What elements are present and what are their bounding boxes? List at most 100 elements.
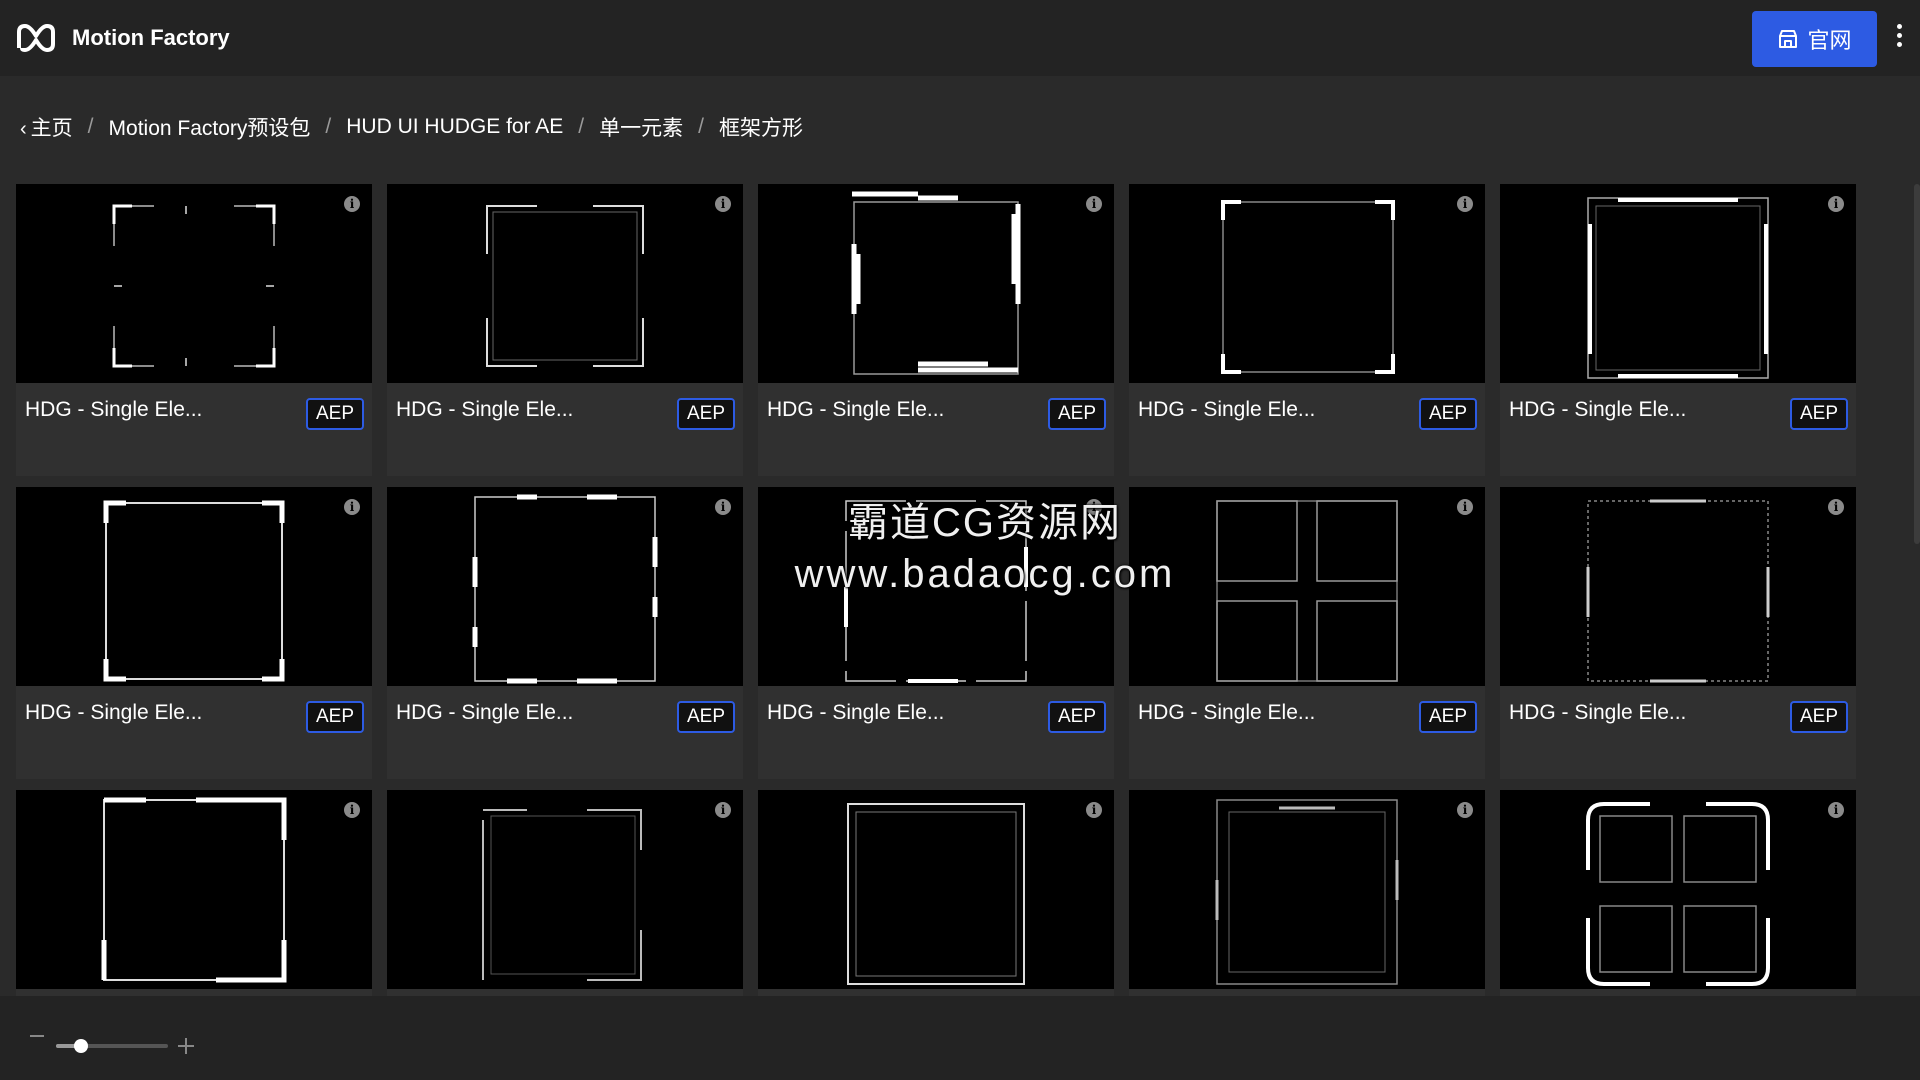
asset-card[interactable]: i HDG - Single Ele... AEP: [1500, 487, 1856, 779]
info-icon[interactable]: i: [715, 196, 731, 212]
info-icon[interactable]: i: [1086, 802, 1102, 818]
info-icon[interactable]: i: [344, 499, 360, 515]
zoom-out-icon[interactable]: [30, 1035, 44, 1037]
hud-frame-preview: [1221, 200, 1395, 374]
asset-thumbnail[interactable]: i: [758, 487, 1114, 686]
asset-card[interactable]: i: [758, 790, 1114, 996]
asset-card[interactable]: i: [1500, 790, 1856, 996]
asset-card[interactable]: i HDG - Single Ele... AEP: [758, 184, 1114, 476]
asset-thumbnail[interactable]: i: [758, 184, 1114, 383]
more-menu-icon[interactable]: [1892, 24, 1906, 54]
bottom-bar: [0, 996, 1920, 1080]
info-icon[interactable]: i: [1086, 196, 1102, 212]
asset-thumbnail[interactable]: i: [387, 184, 743, 383]
asset-thumbnail[interactable]: i: [387, 487, 743, 686]
breadcrumb-separator: /: [87, 115, 94, 138]
hud-frame-preview: [1215, 799, 1399, 985]
hud-frame-preview: [1586, 802, 1770, 986]
file-type-badge: AEP: [1789, 701, 1848, 733]
hud-frame-preview: [1586, 499, 1770, 683]
asset-thumbnail[interactable]: i: [1129, 790, 1485, 989]
asset-title: HDG - Single Ele...: [1509, 701, 1687, 724]
hud-frame-preview: [486, 205, 644, 367]
file-type-badge: AEP: [676, 701, 735, 733]
asset-card[interactable]: i: [387, 790, 743, 996]
info-icon[interactable]: i: [1457, 802, 1473, 818]
asset-grid: i HDG - Single Ele... AEP i HDG - Single Ele…: [16, 184, 1857, 996]
hud-frame-preview: [482, 809, 642, 981]
asset-card[interactable]: i HDG - Single Ele... AEP: [1129, 184, 1485, 476]
info-icon[interactable]: i: [715, 499, 731, 515]
app-title: Motion Factory: [72, 25, 230, 50]
asset-thumbnail[interactable]: i: [16, 487, 372, 686]
asset-title: HDG - Single Ele...: [1509, 398, 1687, 421]
asset-thumbnail[interactable]: i: [758, 790, 1114, 989]
hud-frame-preview: [851, 191, 1021, 375]
asset-thumbnail[interactable]: i: [16, 184, 372, 383]
info-icon[interactable]: i: [1086, 499, 1102, 515]
breadcrumb-single-element[interactable]: 单一元素: [599, 112, 683, 142]
official-site-button[interactable]: 官网: [1752, 11, 1877, 67]
info-icon[interactable]: i: [1828, 802, 1844, 818]
file-type-badge: AEP: [676, 398, 735, 430]
asset-card[interactable]: i HDG - Single Ele... AEP: [387, 184, 743, 476]
breadcrumb-hud-pack[interactable]: HUD UI HUDGE for AE: [346, 115, 563, 139]
store-icon: [1779, 30, 1798, 48]
info-icon[interactable]: i: [1457, 499, 1473, 515]
asset-card[interactable]: i HDG - Single Ele... AEP: [1500, 184, 1856, 476]
file-type-badge: AEP: [1418, 701, 1477, 733]
asset-thumbnail[interactable]: i: [1129, 487, 1485, 686]
mf-logo-icon[interactable]: [16, 22, 56, 54]
top-bar: Motion Factory 官网: [0, 0, 1920, 76]
zoom-in-icon[interactable]: [178, 1038, 194, 1054]
asset-card[interactable]: i: [16, 790, 372, 996]
asset-title: HDG - Single Ele...: [396, 701, 574, 724]
asset-card[interactable]: i HDG - Single Ele... AEP: [16, 184, 372, 476]
hud-frame-preview: [103, 500, 285, 682]
breadcrumb-current[interactable]: 框架方形: [719, 112, 803, 142]
asset-title: HDG - Single Ele...: [1138, 701, 1316, 724]
breadcrumb-separator: /: [578, 115, 585, 138]
zoom-slider[interactable]: [56, 1039, 168, 1053]
hud-frame-preview: [112, 204, 276, 368]
asset-card[interactable]: i: [1129, 790, 1485, 996]
info-icon[interactable]: i: [715, 802, 731, 818]
file-type-badge: AEP: [1418, 398, 1477, 430]
grid-scrollbar[interactable]: [1914, 184, 1920, 544]
asset-card[interactable]: i HDG - Single Ele... AEP: [387, 487, 743, 779]
asset-thumbnail[interactable]: i: [1500, 487, 1856, 686]
asset-card[interactable]: i HDG - Single Ele... AEP: [1129, 487, 1485, 779]
file-type-badge: AEP: [305, 701, 364, 733]
asset-thumbnail[interactable]: i: [387, 790, 743, 989]
hud-frame-preview: [844, 500, 1028, 683]
zoom-handle[interactable]: [73, 1039, 88, 1053]
asset-title: HDG - Single Ele...: [25, 398, 203, 421]
breadcrumb-preset-pack[interactable]: Motion Factory预设包: [109, 112, 311, 142]
breadcrumb-separator: /: [325, 115, 332, 138]
hud-frame-preview: [1587, 197, 1769, 379]
hud-frame-preview: [472, 494, 658, 684]
info-icon[interactable]: i: [344, 196, 360, 212]
official-site-label: 官网: [1807, 28, 1852, 53]
asset-title: HDG - Single Ele...: [767, 398, 945, 421]
asset-thumbnail[interactable]: i: [1129, 184, 1485, 383]
file-type-badge: AEP: [1047, 701, 1106, 733]
asset-thumbnail[interactable]: i: [16, 790, 372, 989]
asset-card[interactable]: i HDG - Single Ele... AEP: [16, 487, 372, 779]
breadcrumb-home[interactable]: ‹ 主页: [20, 112, 73, 142]
info-icon[interactable]: i: [344, 802, 360, 818]
info-icon[interactable]: i: [1828, 499, 1844, 515]
breadcrumb-separator: /: [698, 115, 704, 138]
file-type-badge: AEP: [1047, 398, 1106, 430]
file-type-badge: AEP: [305, 398, 364, 430]
breadcrumb: ‹ 主页 / Motion Factory预设包 / HUD UI HUDGE f…: [20, 112, 803, 142]
hud-frame-preview: [101, 797, 287, 983]
asset-thumbnail[interactable]: i: [1500, 790, 1856, 989]
hud-frame-preview: [847, 803, 1025, 985]
asset-thumbnail[interactable]: i: [1500, 184, 1856, 383]
info-icon[interactable]: i: [1828, 196, 1844, 212]
asset-card[interactable]: i HDG - Single Ele... AEP: [758, 487, 1114, 779]
asset-title: HDG - Single Ele...: [396, 398, 574, 421]
info-icon[interactable]: i: [1457, 196, 1473, 212]
asset-title: HDG - Single Ele...: [767, 701, 945, 724]
